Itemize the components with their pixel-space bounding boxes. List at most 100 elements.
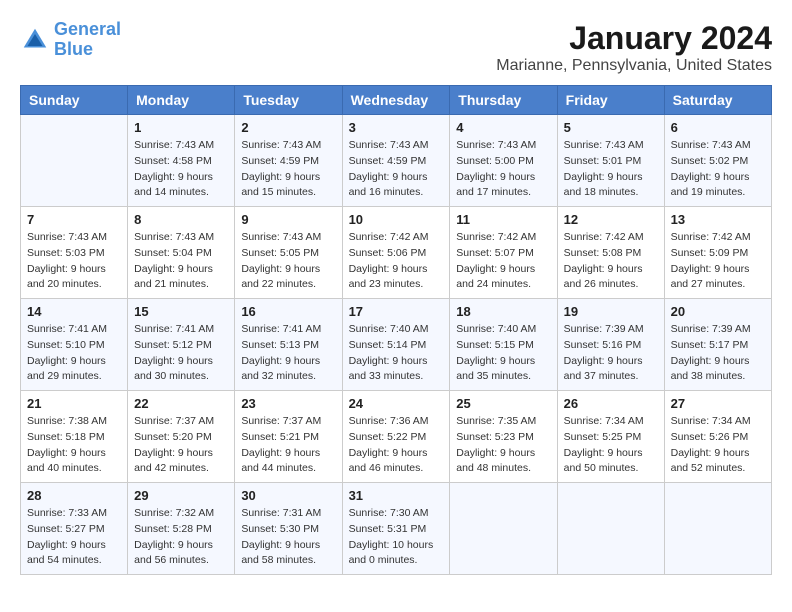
day-number: 1 bbox=[134, 120, 228, 135]
cell-details: Sunrise: 7:43 AMSunset: 5:02 PMDaylight:… bbox=[671, 138, 765, 201]
calendar-cell: 8Sunrise: 7:43 AMSunset: 5:04 PMDaylight… bbox=[128, 207, 235, 299]
day-number: 8 bbox=[134, 212, 228, 227]
calendar-week-5: 28 Sunrise: 7:33 AMSunset: 5:27 PMDayligh… bbox=[21, 483, 772, 575]
calendar-cell: 24 Sunrise: 7:36 AMSunset: 5:22 PMDayligh… bbox=[342, 391, 450, 483]
calendar-cell: 25Sunrise: 7:35 AMSunset: 5:23 PMDayligh… bbox=[450, 391, 557, 483]
day-number: 17 bbox=[349, 304, 444, 319]
calendar-header: SundayMondayTuesdayWednesdayThursdayFrid… bbox=[21, 86, 772, 115]
logo-icon bbox=[20, 25, 50, 55]
calendar-cell: 26 Sunrise: 7:34 AMSunset: 5:25 PMDayligh… bbox=[557, 391, 664, 483]
calendar-cell: 15Sunrise: 7:41 AMSunset: 5:12 PMDayligh… bbox=[128, 299, 235, 391]
day-number: 30 bbox=[241, 488, 335, 503]
calendar-cell: 22 Sunrise: 7:37 AMSunset: 5:20 PMDayligh… bbox=[128, 391, 235, 483]
day-number: 19 bbox=[564, 304, 658, 319]
cell-details: Sunrise: 7:38 AMSunset: 5:18 PMDaylight:… bbox=[27, 414, 121, 477]
col-header-thursday: Thursday bbox=[450, 86, 557, 115]
col-header-friday: Friday bbox=[557, 86, 664, 115]
day-number: 28 bbox=[27, 488, 121, 503]
cell-details: Sunrise: 7:43 AMSunset: 5:01 PMDaylight:… bbox=[564, 138, 658, 201]
calendar-table: SundayMondayTuesdayWednesdayThursdayFrid… bbox=[20, 85, 772, 575]
calendar-cell: 28 Sunrise: 7:33 AMSunset: 5:27 PMDayligh… bbox=[21, 483, 128, 575]
location-subtitle: Marianne, Pennsylvania, United States bbox=[496, 57, 772, 75]
cell-details: Sunrise: 7:43 AMSunset: 5:05 PMDaylight:… bbox=[241, 230, 335, 293]
calendar-cell bbox=[664, 483, 771, 575]
day-number: 10 bbox=[349, 212, 444, 227]
calendar-cell: 13 Sunrise: 7:42 AMSunset: 5:09 PMDayligh… bbox=[664, 207, 771, 299]
cell-details: Sunrise: 7:37 AMSunset: 5:20 PMDaylight:… bbox=[134, 414, 228, 477]
cell-details: Sunrise: 7:43 AMSunset: 4:58 PMDaylight:… bbox=[134, 138, 228, 201]
cell-details: Sunrise: 7:43 AMSunset: 4:59 PMDaylight:… bbox=[349, 138, 444, 201]
calendar-cell: 5 Sunrise: 7:43 AMSunset: 5:01 PMDaylight… bbox=[557, 115, 664, 207]
calendar-body: 1 Sunrise: 7:43 AMSunset: 4:58 PMDaylight… bbox=[21, 115, 772, 575]
day-number: 12 bbox=[564, 212, 658, 227]
calendar-cell: 3 Sunrise: 7:43 AMSunset: 4:59 PMDaylight… bbox=[342, 115, 450, 207]
cell-details: Sunrise: 7:42 AMSunset: 5:06 PMDaylight:… bbox=[349, 230, 444, 293]
day-number: 23 bbox=[241, 396, 335, 411]
day-number: 16 bbox=[241, 304, 335, 319]
day-number: 9 bbox=[241, 212, 335, 227]
calendar-cell: 9 Sunrise: 7:43 AMSunset: 5:05 PMDaylight… bbox=[235, 207, 342, 299]
calendar-cell bbox=[450, 483, 557, 575]
cell-details: Sunrise: 7:33 AMSunset: 5:27 PMDaylight:… bbox=[27, 506, 121, 569]
day-number: 3 bbox=[349, 120, 444, 135]
calendar-cell: 23 Sunrise: 7:37 AMSunset: 5:21 PMDayligh… bbox=[235, 391, 342, 483]
day-number: 21 bbox=[27, 396, 121, 411]
calendar-cell: 7 Sunrise: 7:43 AMSunset: 5:03 PMDaylight… bbox=[21, 207, 128, 299]
day-number: 11 bbox=[456, 212, 550, 227]
day-number: 24 bbox=[349, 396, 444, 411]
cell-details: Sunrise: 7:42 AMSunset: 5:09 PMDaylight:… bbox=[671, 230, 765, 293]
day-number: 5 bbox=[564, 120, 658, 135]
cell-details: Sunrise: 7:36 AMSunset: 5:22 PMDaylight:… bbox=[349, 414, 444, 477]
day-number: 15 bbox=[134, 304, 228, 319]
cell-details: Sunrise: 7:40 AMSunset: 5:15 PMDaylight:… bbox=[456, 322, 550, 385]
calendar-cell: 10 Sunrise: 7:42 AMSunset: 5:06 PMDayligh… bbox=[342, 207, 450, 299]
cell-details: Sunrise: 7:32 AMSunset: 5:28 PMDaylight:… bbox=[134, 506, 228, 569]
calendar-cell: 2Sunrise: 7:43 AMSunset: 4:59 PMDaylight… bbox=[235, 115, 342, 207]
day-number: 25 bbox=[456, 396, 550, 411]
calendar-cell: 29Sunrise: 7:32 AMSunset: 5:28 PMDayligh… bbox=[128, 483, 235, 575]
day-number: 22 bbox=[134, 396, 228, 411]
cell-details: Sunrise: 7:37 AMSunset: 5:21 PMDaylight:… bbox=[241, 414, 335, 477]
logo-text: General Blue bbox=[54, 20, 121, 60]
calendar-cell: 11Sunrise: 7:42 AMSunset: 5:07 PMDayligh… bbox=[450, 207, 557, 299]
day-number: 7 bbox=[27, 212, 121, 227]
col-header-sunday: Sunday bbox=[21, 86, 128, 115]
calendar-cell bbox=[21, 115, 128, 207]
cell-details: Sunrise: 7:34 AMSunset: 5:25 PMDaylight:… bbox=[564, 414, 658, 477]
day-number: 13 bbox=[671, 212, 765, 227]
calendar-cell: 31 Sunrise: 7:30 AMSunset: 5:31 PMDayligh… bbox=[342, 483, 450, 575]
day-number: 20 bbox=[671, 304, 765, 319]
cell-details: Sunrise: 7:30 AMSunset: 5:31 PMDaylight:… bbox=[349, 506, 444, 569]
calendar-week-2: 7 Sunrise: 7:43 AMSunset: 5:03 PMDaylight… bbox=[21, 207, 772, 299]
day-number: 31 bbox=[349, 488, 444, 503]
cell-details: Sunrise: 7:39 AMSunset: 5:16 PMDaylight:… bbox=[564, 322, 658, 385]
col-header-monday: Monday bbox=[128, 86, 235, 115]
calendar-cell: 20 Sunrise: 7:39 AMSunset: 5:17 PMDayligh… bbox=[664, 299, 771, 391]
calendar-cell: 6 Sunrise: 7:43 AMSunset: 5:02 PMDaylight… bbox=[664, 115, 771, 207]
cell-details: Sunrise: 7:43 AMSunset: 5:03 PMDaylight:… bbox=[27, 230, 121, 293]
col-header-saturday: Saturday bbox=[664, 86, 771, 115]
calendar-cell: 12Sunrise: 7:42 AMSunset: 5:08 PMDayligh… bbox=[557, 207, 664, 299]
col-header-tuesday: Tuesday bbox=[235, 86, 342, 115]
cell-details: Sunrise: 7:39 AMSunset: 5:17 PMDaylight:… bbox=[671, 322, 765, 385]
calendar-cell: 19 Sunrise: 7:39 AMSunset: 5:16 PMDayligh… bbox=[557, 299, 664, 391]
month-title: January 2024 bbox=[496, 20, 772, 57]
calendar-cell: 18 Sunrise: 7:40 AMSunset: 5:15 PMDayligh… bbox=[450, 299, 557, 391]
calendar-week-3: 14Sunrise: 7:41 AMSunset: 5:10 PMDayligh… bbox=[21, 299, 772, 391]
day-number: 18 bbox=[456, 304, 550, 319]
day-number: 27 bbox=[671, 396, 765, 411]
day-number: 26 bbox=[564, 396, 658, 411]
day-number: 6 bbox=[671, 120, 765, 135]
title-block: January 2024 Marianne, Pennsylvania, Uni… bbox=[496, 20, 772, 75]
day-number: 4 bbox=[456, 120, 550, 135]
calendar-cell: 4Sunrise: 7:43 AMSunset: 5:00 PMDaylight… bbox=[450, 115, 557, 207]
calendar-week-1: 1 Sunrise: 7:43 AMSunset: 4:58 PMDaylight… bbox=[21, 115, 772, 207]
cell-details: Sunrise: 7:31 AMSunset: 5:30 PMDaylight:… bbox=[241, 506, 335, 569]
day-number: 14 bbox=[27, 304, 121, 319]
calendar-cell: 14Sunrise: 7:41 AMSunset: 5:10 PMDayligh… bbox=[21, 299, 128, 391]
cell-details: Sunrise: 7:34 AMSunset: 5:26 PMDaylight:… bbox=[671, 414, 765, 477]
calendar-cell bbox=[557, 483, 664, 575]
calendar-week-4: 21 Sunrise: 7:38 AMSunset: 5:18 PMDayligh… bbox=[21, 391, 772, 483]
calendar-cell: 16Sunrise: 7:41 AMSunset: 5:13 PMDayligh… bbox=[235, 299, 342, 391]
page-header: General Blue January 2024 Marianne, Penn… bbox=[20, 20, 772, 75]
